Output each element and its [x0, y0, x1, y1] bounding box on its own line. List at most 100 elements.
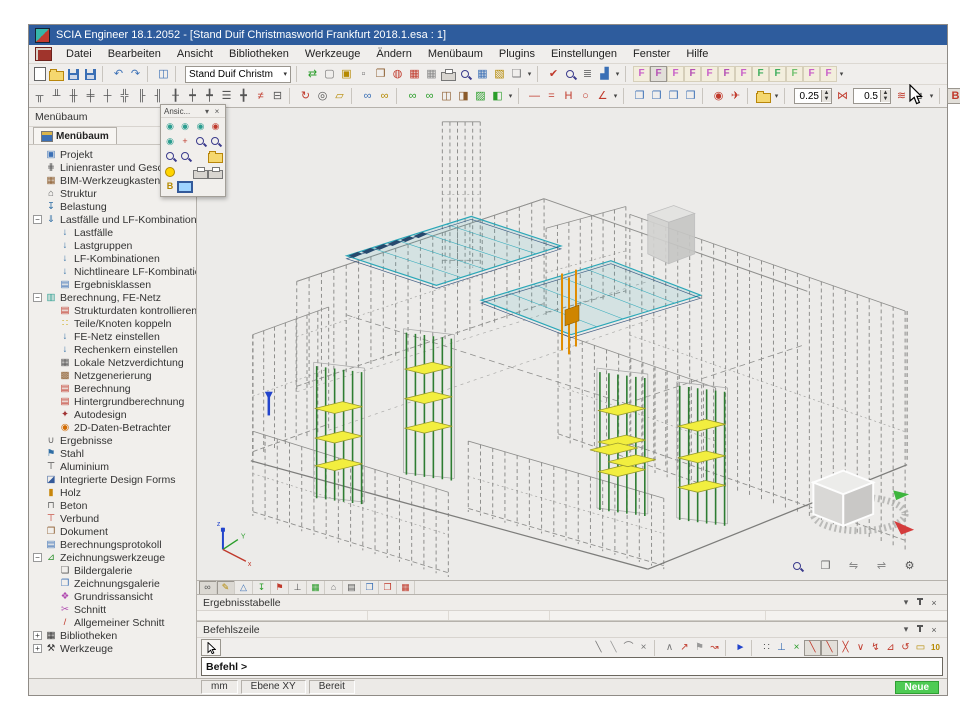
line-tool-icon[interactable]: ╲: [591, 640, 606, 656]
tree-item[interactable]: −⇓Lastfälle und LF-Kombination: [29, 213, 196, 226]
find-nodes-icon[interactable]: ∞: [404, 88, 421, 104]
scale-members-spin[interactable]: 0.25▲▼: [794, 88, 832, 104]
tree-item[interactable]: ❖Grundrissansicht: [29, 590, 196, 603]
member-cross-icon[interactable]: ┼: [99, 88, 116, 104]
save-icon[interactable]: [82, 66, 99, 82]
vtab-axes[interactable]: △: [235, 581, 253, 594]
layer-front-icon[interactable]: ◫: [438, 88, 455, 104]
dropdown-arrow-icon[interactable]: ▾: [613, 70, 622, 78]
view-axonometric-icon[interactable]: ◉: [208, 120, 223, 133]
expand-toggle-icon[interactable]: +: [33, 644, 42, 653]
calculation-icon[interactable]: ▦: [474, 66, 491, 82]
vtab-view-1[interactable]: ❐: [361, 581, 379, 594]
wireframe-view-icon[interactable]: ▢: [321, 66, 338, 82]
arc-tool-icon[interactable]: ⌒: [621, 640, 636, 656]
layer-half-icon[interactable]: ◧: [489, 88, 506, 104]
results-panel-header[interactable]: Ergebnisstabelle ▾ ×: [197, 594, 947, 611]
collapse-toggle-icon[interactable]: −: [33, 553, 42, 562]
copy-view-icon[interactable]: [208, 165, 223, 178]
command-panel-header[interactable]: Befehlszeile ▾ ×: [197, 621, 947, 638]
vtab-supports[interactable]: ⊥: [289, 581, 307, 594]
screen-capture-icon[interactable]: [177, 180, 193, 193]
fly-mode-icon[interactable]: ✈: [727, 88, 744, 104]
close-icon[interactable]: ×: [927, 625, 941, 635]
layer-back-icon[interactable]: ◨: [455, 88, 472, 104]
undo-icon[interactable]: ↶: [110, 66, 127, 82]
tree-item[interactable]: −▥Berechnung, FE-Netz: [29, 291, 196, 304]
view-palette-header[interactable]: Ansic... ▾ ×: [161, 105, 225, 118]
view-restore-icon[interactable]: [208, 150, 223, 163]
dropdown-arrow-icon[interactable]: ▾: [525, 70, 534, 78]
tree-item[interactable]: ↓Lastgruppen: [29, 239, 196, 252]
snap-arc-center-icon[interactable]: ↺: [898, 640, 913, 656]
app-menu-icon[interactable]: [35, 47, 52, 61]
snap-perpendicular-icon[interactable]: ∨: [853, 640, 868, 656]
chevron-down-icon[interactable]: ▾: [283, 70, 287, 78]
menu-bibliotheken[interactable]: Bibliotheken: [221, 46, 297, 63]
view-flag-1-icon[interactable]: F: [633, 66, 650, 82]
new-project-icon[interactable]: [31, 66, 48, 82]
menu-ansicht[interactable]: Ansicht: [169, 46, 221, 63]
mesh-refresh-icon[interactable]: ◍: [389, 66, 406, 82]
copy-view-2-icon[interactable]: ❐: [648, 88, 665, 104]
polyline-tool-icon[interactable]: ╲: [606, 640, 621, 656]
member-grid-icon[interactable]: ≠: [252, 88, 269, 104]
cursor-snap-icon[interactable]: ►: [733, 640, 748, 656]
zoom-all-icon[interactable]: [177, 150, 193, 163]
tree-item[interactable]: ↓Rechenkern einstellen: [29, 343, 196, 356]
tree-item[interactable]: ▤Berechnung: [29, 382, 196, 395]
snap-grid-icon[interactable]: ∷: [759, 640, 774, 656]
activity-combo[interactable]: Stand Duif Christm▾: [185, 66, 291, 83]
close-icon[interactable]: ×: [927, 598, 941, 608]
snap-ortho-icon[interactable]: ⊥: [774, 640, 789, 656]
chevron-down-icon[interactable]: ▾: [899, 597, 913, 608]
tree-item[interactable]: ∷Teile/Knoten koppeln: [29, 317, 196, 330]
view-flag-9-icon[interactable]: F: [769, 66, 786, 82]
tree-item[interactable]: ▩Netzgenerierung: [29, 369, 196, 382]
open-project-icon[interactable]: [48, 66, 65, 82]
dim-circle-icon[interactable]: ○: [577, 88, 594, 104]
tree-item[interactable]: ▤Ergebnisklassen: [29, 278, 196, 291]
zoom-select-icon[interactable]: [790, 558, 805, 574]
tree-item[interactable]: ✦Autodesign: [29, 408, 196, 421]
view-flag-2-icon[interactable]: F: [650, 66, 667, 82]
viewport-3d[interactable]: zYx ❒⇋⇌⚙: [197, 108, 947, 580]
member-hinge-icon[interactable]: ╢: [150, 88, 167, 104]
copy-add-data-icon[interactable]: ❐: [372, 66, 389, 82]
status-unit[interactable]: mm: [201, 680, 238, 694]
search-icon[interactable]: [562, 66, 579, 82]
tree-item[interactable]: /Allgemeiner Schnitt: [29, 616, 196, 629]
view-flag-8-icon[interactable]: F: [752, 66, 769, 82]
tree-item[interactable]: ⊓Beton: [29, 499, 196, 512]
vtab-model[interactable]: ▦: [307, 581, 325, 594]
view-flag-10-icon[interactable]: F: [786, 66, 803, 82]
check-structure-icon[interactable]: ✔: [545, 66, 562, 82]
tree-item[interactable]: ↓LF-Kombinationen: [29, 252, 196, 265]
close-icon[interactable]: ×: [212, 107, 222, 116]
dim-line-icon[interactable]: —: [526, 88, 543, 104]
menu-werkzeuge[interactable]: Werkzeuge: [297, 46, 368, 63]
tree-item[interactable]: ▤Hintergrundberechnung: [29, 395, 196, 408]
vtab-view-2[interactable]: ❐: [379, 581, 397, 594]
snap-cross-icon[interactable]: ×: [789, 640, 804, 656]
scale-loads-spin[interactable]: 0.5▲▼: [853, 88, 891, 104]
vtab-loads[interactable]: ↧: [253, 581, 271, 594]
gallery-icon[interactable]: ▧: [491, 66, 508, 82]
view-flag-11-icon[interactable]: F: [803, 66, 820, 82]
expand-toggle-icon[interactable]: +: [33, 631, 42, 640]
refresh-icon[interactable]: ⇄: [304, 66, 321, 82]
menu-ändern[interactable]: Ändern: [368, 46, 419, 63]
menu-hilfe[interactable]: Hilfe: [678, 46, 716, 63]
page-flip-prev-icon[interactable]: ⇋: [846, 558, 861, 574]
visibility-icon[interactable]: ◉: [710, 88, 727, 104]
menu-datei[interactable]: Datei: [58, 46, 100, 63]
zoom-window-icon[interactable]: [163, 150, 177, 163]
view-flag-6-icon[interactable]: F: [718, 66, 735, 82]
light-switch-icon[interactable]: [163, 165, 177, 178]
flag-tool-icon[interactable]: ⚑: [692, 640, 707, 656]
link-members-icon[interactable]: ∞: [376, 88, 393, 104]
layer-hatch-icon[interactable]: ▨: [472, 88, 489, 104]
redo-icon[interactable]: ↷: [127, 66, 144, 82]
tree-item[interactable]: ◉2D-Daten-Betrachter: [29, 421, 196, 434]
dropdown-arrow-icon[interactable]: ▾: [927, 92, 936, 100]
